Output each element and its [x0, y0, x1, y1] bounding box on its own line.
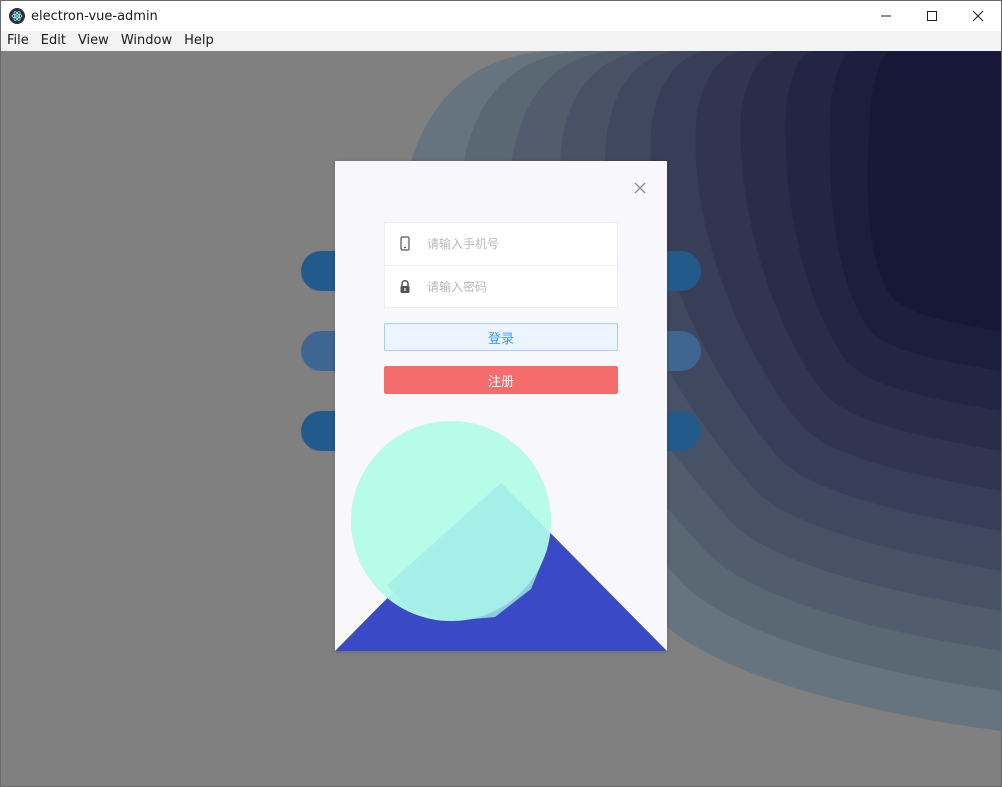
app-window: electron-vue-admin File Edit View Window… [0, 0, 1002, 787]
close-button[interactable] [955, 1, 1001, 31]
password-field-row [385, 266, 617, 308]
electron-icon [9, 8, 25, 24]
menu-edit[interactable]: Edit [35, 31, 72, 51]
window-title: electron-vue-admin [31, 8, 158, 24]
login-button[interactable]: 登录 [384, 323, 618, 351]
maximize-icon [927, 11, 937, 21]
menu-help[interactable]: Help [178, 31, 220, 51]
app-content: 登录 注册 [1, 51, 1001, 786]
register-button[interactable]: 注册 [384, 366, 618, 394]
login-form-fields [384, 222, 618, 308]
menu-bar: File Edit View Window Help [1, 31, 1001, 51]
login-dialog: 登录 注册 [335, 161, 667, 651]
minimize-button[interactable] [863, 1, 909, 31]
mobile-phone-icon [385, 223, 425, 265]
maximize-button[interactable] [909, 1, 955, 31]
menu-file[interactable]: File [1, 31, 35, 51]
menu-window[interactable]: Window [115, 31, 178, 51]
menu-view[interactable]: View [72, 31, 115, 51]
phone-field-row [385, 223, 617, 266]
lock-icon [385, 266, 425, 308]
close-icon [972, 10, 984, 22]
dialog-close-button[interactable] [631, 179, 649, 197]
title-bar[interactable]: electron-vue-admin [1, 1, 1001, 31]
close-icon [634, 182, 646, 194]
minimize-icon [881, 15, 891, 17]
password-input[interactable] [427, 280, 607, 294]
phone-input[interactable] [427, 237, 607, 251]
